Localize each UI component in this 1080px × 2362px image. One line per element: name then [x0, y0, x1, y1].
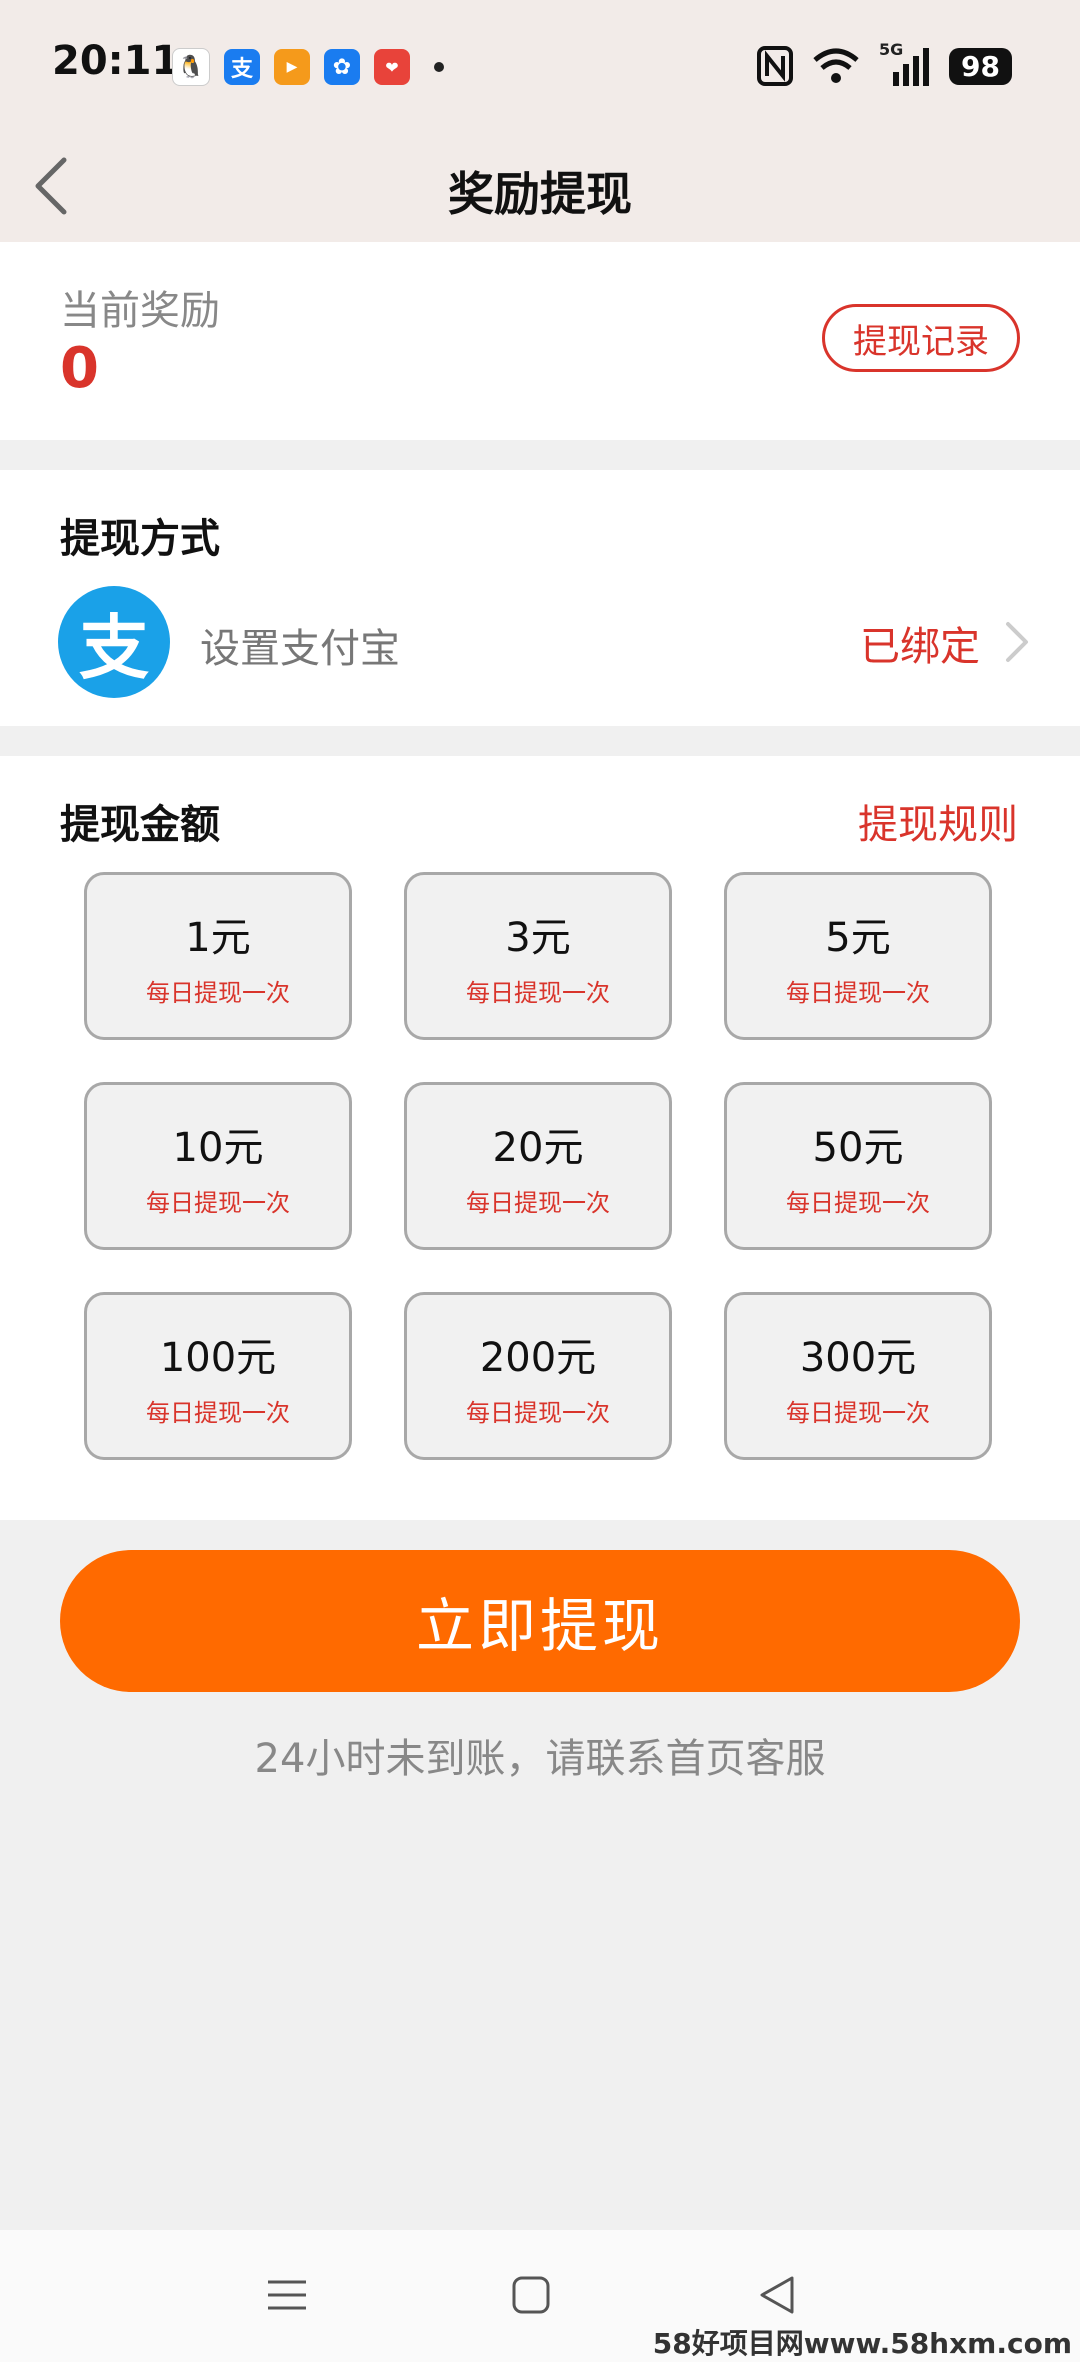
amount-option-300[interactable]: 300元 每日提现一次	[724, 1292, 992, 1460]
reward-label: 当前奖励	[60, 288, 220, 334]
amount-note: 每日提现一次	[466, 978, 610, 1007]
header: 奖励提现	[0, 130, 1080, 242]
notification-icons: 🐧 支 ▶ ✿ ❤	[172, 48, 444, 86]
reward-value: 0	[60, 336, 99, 401]
home-square-icon[interactable]	[506, 2270, 556, 2320]
amount-value: 5元	[825, 914, 891, 961]
amount-option-50[interactable]: 50元 每日提现一次	[724, 1082, 992, 1250]
withdraw-now-button[interactable]: 立即提现	[60, 1550, 1020, 1692]
wifi-icon	[813, 48, 859, 83]
status-time: 20:11	[52, 38, 180, 84]
amount-value: 100元	[159, 1334, 277, 1381]
withdraw-rules-link[interactable]: 提现规则	[858, 792, 1018, 850]
withdraw-record-button[interactable]: 提现记录	[822, 304, 1020, 372]
amount-option-10[interactable]: 10元 每日提现一次	[84, 1082, 352, 1250]
amount-title: 提现金额	[60, 802, 220, 848]
amount-value: 20元	[492, 1124, 584, 1171]
status-bar: 20:11 🐧 支 ▶ ✿ ❤ 5G 98	[0, 0, 1080, 130]
pinwheel-app-icon: ✿	[324, 49, 360, 85]
qq-icon: 🐧	[172, 48, 210, 86]
amount-option-3[interactable]: 3元 每日提现一次	[404, 872, 672, 1040]
amount-note: 每日提现一次	[786, 1188, 930, 1217]
page-title: 奖励提现	[448, 167, 632, 221]
more-notifications-icon	[434, 62, 444, 72]
alipay-icon: 支	[58, 586, 170, 698]
alipay-setup-label[interactable]: 设置支付宝	[200, 616, 400, 674]
withdraw-method-card: 提现方式 支 设置支付宝 已绑定	[0, 470, 1080, 726]
alipay-notification-icon: 支	[224, 49, 260, 85]
watermark: 58好项目网www.58hxm.com	[652, 2327, 1072, 2360]
withdraw-amount-card: 提现金额 提现规则 1元 每日提现一次 3元 每日提现一次 5元 每日提现一次 …	[0, 756, 1080, 1520]
red-app-icon: ❤	[374, 49, 410, 85]
amount-note: 每日提现一次	[786, 1398, 930, 1427]
system-navigation-bar: 58好项目网www.58hxm.com	[0, 2230, 1080, 2362]
reward-card: 当前奖励 0 提现记录	[0, 242, 1080, 440]
cellular-signal-icon: 5G	[879, 40, 931, 88]
bound-status[interactable]: 已绑定	[860, 614, 980, 672]
amount-value: 3元	[505, 914, 571, 961]
amount-note: 每日提现一次	[146, 1188, 290, 1217]
amount-options-grid: 1元 每日提现一次 3元 每日提现一次 5元 每日提现一次 10元 每日提现一次…	[84, 872, 996, 1460]
video-app-icon: ▶	[274, 49, 310, 85]
amount-value: 300元	[799, 1334, 917, 1381]
amount-option-20[interactable]: 20元 每日提现一次	[404, 1082, 672, 1250]
battery-indicator: 98	[949, 47, 1012, 85]
amount-note: 每日提现一次	[466, 1398, 610, 1427]
system-icons: 5G 98	[757, 40, 1012, 88]
amount-option-1[interactable]: 1元 每日提现一次	[84, 872, 352, 1040]
amount-note: 每日提现一次	[146, 1398, 290, 1427]
nfc-icon	[757, 46, 794, 86]
amount-note: 每日提现一次	[146, 978, 290, 1007]
amount-value: 10元	[172, 1124, 264, 1171]
help-text: 24小时未到账，请联系首页客服	[254, 1736, 826, 1782]
amount-note: 每日提现一次	[466, 1188, 610, 1217]
chevron-right-icon[interactable]	[1002, 618, 1032, 666]
amount-value: 50元	[812, 1124, 904, 1171]
amount-option-100[interactable]: 100元 每日提现一次	[84, 1292, 352, 1460]
amount-option-5[interactable]: 5元 每日提现一次	[724, 872, 992, 1040]
amount-value: 1元	[185, 914, 251, 961]
amount-option-200[interactable]: 200元 每日提现一次	[404, 1292, 672, 1460]
method-title: 提现方式	[60, 516, 220, 562]
amount-value: 200元	[479, 1334, 597, 1381]
back-triangle-icon[interactable]	[752, 2270, 802, 2320]
amount-note: 每日提现一次	[786, 978, 930, 1007]
menu-icon[interactable]	[262, 2270, 312, 2320]
